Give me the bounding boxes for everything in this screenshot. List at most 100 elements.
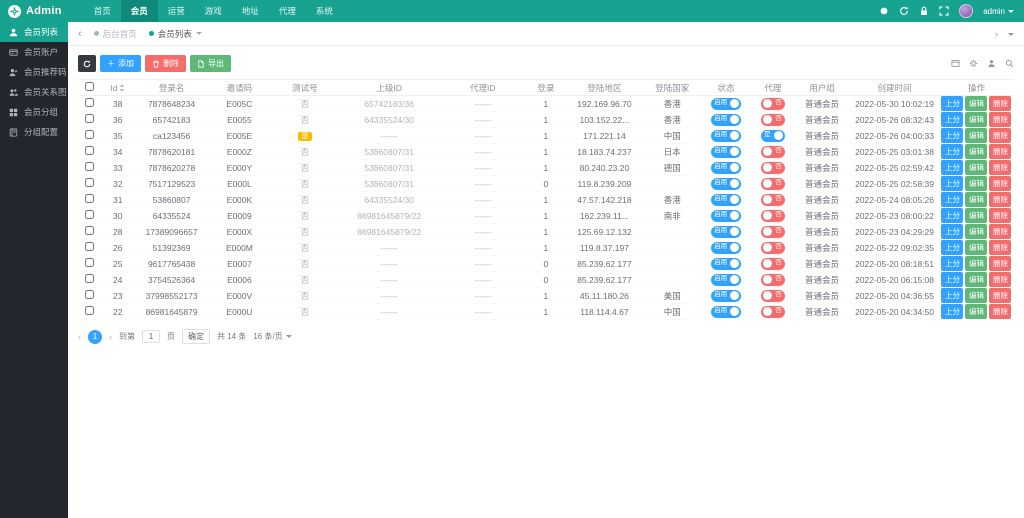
status-toggle[interactable]: 启用 bbox=[711, 193, 742, 206]
score-button[interactable]: 上分 bbox=[941, 224, 964, 239]
theme-icon[interactable] bbox=[879, 6, 889, 16]
nav-item-address[interactable]: 地址 bbox=[232, 0, 269, 22]
agent-toggle[interactable]: 否 bbox=[761, 305, 785, 318]
agent-toggle[interactable]: 否 bbox=[761, 241, 785, 254]
chevron-down-icon[interactable] bbox=[1008, 32, 1014, 36]
add-button[interactable]: ＋添加 bbox=[100, 55, 141, 72]
status-toggle[interactable]: 启用 bbox=[711, 177, 742, 190]
agent-toggle[interactable]: 否 bbox=[761, 273, 785, 286]
edit-button[interactable]: 编辑 bbox=[965, 288, 988, 303]
page-number-1[interactable]: 1 bbox=[88, 329, 102, 344]
row-checkbox[interactable] bbox=[85, 290, 95, 299]
row-checkbox[interactable] bbox=[85, 226, 95, 235]
edit-button[interactable]: 编辑 bbox=[965, 304, 988, 319]
score-button[interactable]: 上分 bbox=[941, 192, 964, 207]
user-filter-icon[interactable] bbox=[987, 59, 996, 68]
row-delete-button[interactable]: 删除 bbox=[989, 240, 1012, 255]
score-button[interactable]: 上分 bbox=[941, 176, 964, 191]
status-toggle[interactable]: 启用 bbox=[711, 305, 742, 318]
row-delete-button[interactable]: 删除 bbox=[989, 176, 1012, 191]
agent-toggle[interactable]: 否 bbox=[761, 289, 785, 302]
score-button[interactable]: 上分 bbox=[941, 128, 964, 143]
status-toggle[interactable]: 启用 bbox=[711, 289, 742, 302]
row-checkbox[interactable] bbox=[85, 114, 95, 123]
score-button[interactable]: 上分 bbox=[941, 272, 964, 287]
status-toggle[interactable]: 启用 bbox=[711, 129, 742, 142]
agent-toggle[interactable]: 否 bbox=[761, 113, 785, 126]
edit-button[interactable]: 编辑 bbox=[965, 240, 988, 255]
edit-button[interactable]: 编辑 bbox=[965, 144, 988, 159]
nav-item-agent[interactable]: 代理 bbox=[269, 0, 306, 22]
col-id[interactable]: Id bbox=[101, 79, 135, 96]
goto-confirm-button[interactable]: 确定 bbox=[182, 329, 210, 344]
nav-item-game[interactable]: 游戏 bbox=[195, 0, 232, 22]
row-checkbox[interactable] bbox=[85, 130, 95, 139]
score-button[interactable]: 上分 bbox=[941, 144, 964, 159]
lock-icon[interactable] bbox=[919, 6, 929, 16]
fullscreen-icon[interactable] bbox=[939, 6, 949, 16]
row-delete-button[interactable]: 删除 bbox=[989, 256, 1012, 271]
row-delete-button[interactable]: 删除 bbox=[989, 144, 1012, 159]
edit-button[interactable]: 编辑 bbox=[965, 192, 988, 207]
agent-toggle[interactable]: 否 bbox=[761, 161, 785, 174]
row-delete-button[interactable]: 删除 bbox=[989, 160, 1012, 175]
sidebar-item-member-invite-code[interactable]: 会员推荐码 bbox=[0, 62, 68, 82]
score-button[interactable]: 上分 bbox=[941, 112, 964, 127]
row-delete-button[interactable]: 删除 bbox=[989, 192, 1012, 207]
row-delete-button[interactable]: 删除 bbox=[989, 288, 1012, 303]
status-toggle[interactable]: 启用 bbox=[711, 225, 742, 238]
score-button[interactable]: 上分 bbox=[941, 288, 964, 303]
refresh-icon[interactable] bbox=[899, 6, 909, 16]
nav-item-home[interactable]: 首页 bbox=[84, 0, 121, 22]
status-toggle[interactable]: 启用 bbox=[711, 273, 742, 286]
edit-button[interactable]: 编辑 bbox=[965, 96, 988, 111]
status-toggle[interactable]: 启用 bbox=[711, 97, 742, 110]
status-toggle[interactable]: 启用 bbox=[711, 257, 742, 270]
prev-page-icon[interactable]: ‹ bbox=[78, 332, 81, 342]
sidebar-item-member-list[interactable]: 会员列表 bbox=[0, 22, 68, 42]
nav-item-operation[interactable]: 运营 bbox=[158, 0, 195, 22]
refresh-button[interactable] bbox=[78, 55, 96, 72]
status-toggle[interactable]: 启用 bbox=[711, 113, 742, 126]
row-checkbox[interactable] bbox=[85, 146, 95, 155]
score-button[interactable]: 上分 bbox=[941, 240, 964, 255]
edit-button[interactable]: 编辑 bbox=[965, 272, 988, 287]
row-checkbox[interactable] bbox=[85, 162, 95, 171]
row-checkbox[interactable] bbox=[85, 210, 95, 219]
status-toggle[interactable]: 启用 bbox=[711, 145, 742, 158]
row-checkbox[interactable] bbox=[85, 258, 95, 267]
score-button[interactable]: 上分 bbox=[941, 96, 964, 111]
status-toggle[interactable]: 启用 bbox=[711, 241, 742, 254]
row-delete-button[interactable]: 删除 bbox=[989, 128, 1012, 143]
row-delete-button[interactable]: 删除 bbox=[989, 112, 1012, 127]
nav-item-member[interactable]: 会员 bbox=[120, 0, 158, 22]
row-checkbox[interactable] bbox=[85, 194, 95, 203]
edit-button[interactable]: 编辑 bbox=[965, 256, 988, 271]
search-icon[interactable] bbox=[1005, 59, 1014, 68]
breadcrumb-item-member-list[interactable]: 会员列表 bbox=[148, 28, 202, 40]
status-toggle[interactable]: 启用 bbox=[711, 209, 742, 222]
agent-toggle[interactable]: 否 bbox=[761, 193, 785, 206]
status-toggle[interactable]: 启用 bbox=[711, 161, 742, 174]
row-checkbox[interactable] bbox=[85, 274, 95, 283]
user-menu[interactable]: admin bbox=[983, 7, 1014, 16]
gear-icon[interactable] bbox=[969, 59, 978, 68]
edit-button[interactable]: 编辑 bbox=[965, 208, 988, 223]
row-delete-button[interactable]: 删除 bbox=[989, 272, 1012, 287]
nav-item-system[interactable]: 系统 bbox=[306, 0, 343, 22]
row-checkbox[interactable] bbox=[85, 178, 95, 187]
agent-toggle[interactable]: 否 bbox=[761, 225, 785, 238]
row-checkbox[interactable] bbox=[85, 306, 95, 315]
row-checkbox[interactable] bbox=[85, 242, 95, 251]
sidebar-item-member-account[interactable]: 会员账户 bbox=[0, 42, 68, 62]
card-view-icon[interactable] bbox=[951, 59, 960, 68]
forward-chevron-icon[interactable]: › bbox=[995, 29, 998, 39]
row-delete-button[interactable]: 删除 bbox=[989, 304, 1012, 319]
agent-toggle[interactable]: 否 bbox=[761, 97, 785, 110]
edit-button[interactable]: 编辑 bbox=[965, 224, 988, 239]
agent-toggle[interactable]: 否 bbox=[761, 209, 785, 222]
agent-toggle[interactable]: 否 bbox=[761, 177, 785, 190]
back-chevron-icon[interactable]: ‹ bbox=[78, 28, 82, 40]
edit-button[interactable]: 编辑 bbox=[965, 176, 988, 191]
next-page-icon[interactable]: › bbox=[109, 332, 112, 342]
